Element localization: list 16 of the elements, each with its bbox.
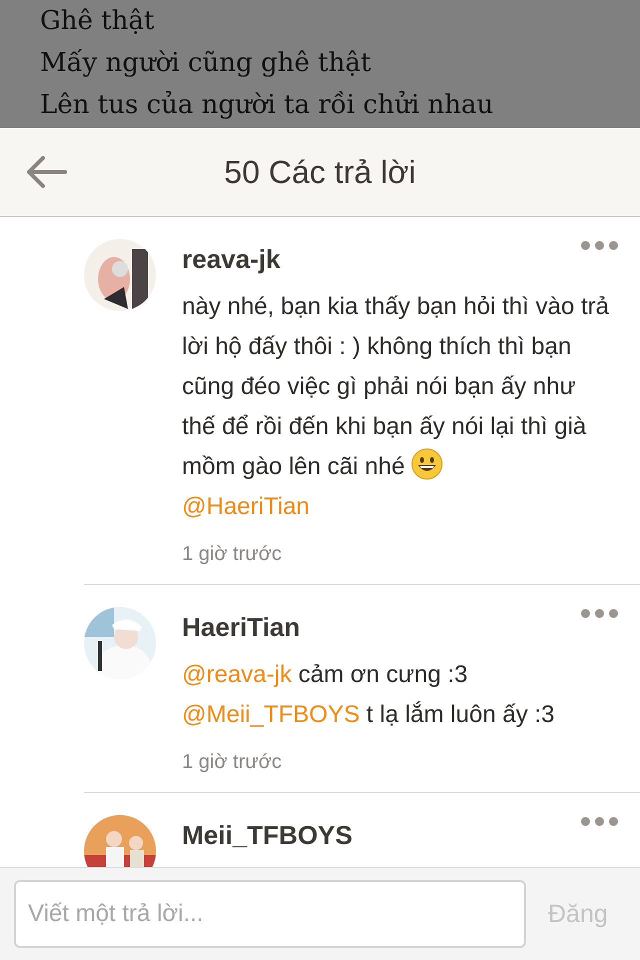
header-title: 50 Các trả lời xyxy=(223,154,417,190)
author-name[interactable]: HaeriTian xyxy=(182,607,620,645)
post-text-line: Ghê thật xyxy=(40,5,156,38)
mention-link[interactable]: @Meii_TFBOYS xyxy=(182,701,360,728)
mention-link[interactable]: @reava-jk xyxy=(182,661,292,688)
author-name[interactable]: Meii_TFBOYS xyxy=(182,815,620,853)
post-text-line: Lên tus của người ta rồi chửi nhau xyxy=(40,89,494,122)
reply-text: @reava-jk cảm ơn cưng :3 @Meii_TFBOYS t lạ lắm luôn ấy :3 xyxy=(182,660,556,730)
mention-link[interactable]: @HaeriTian xyxy=(182,493,310,520)
reply-input-field[interactable]: Viết một trả lời... xyxy=(14,880,526,948)
post-text-line: Mấy người cũng ghê thật xyxy=(40,47,372,80)
timestamp: 1 giờ trước xyxy=(182,543,283,566)
grinning-face-icon xyxy=(411,448,444,480)
author-name[interactable]: reava-jk xyxy=(182,239,620,277)
reply-text: này nhé, bạn kia thấy bạn hỏi thì vào trả lời hộ đấy thôi : ) không thích thì bạn cũng đéo việc gì phải nói bạn ấy như thế để rồi đến khi bạn ấy nói lại thì già mồm gào lên cãi nhé @HaeriTian xyxy=(182,292,610,522)
timestamp: 1 giờ trước xyxy=(182,751,283,774)
